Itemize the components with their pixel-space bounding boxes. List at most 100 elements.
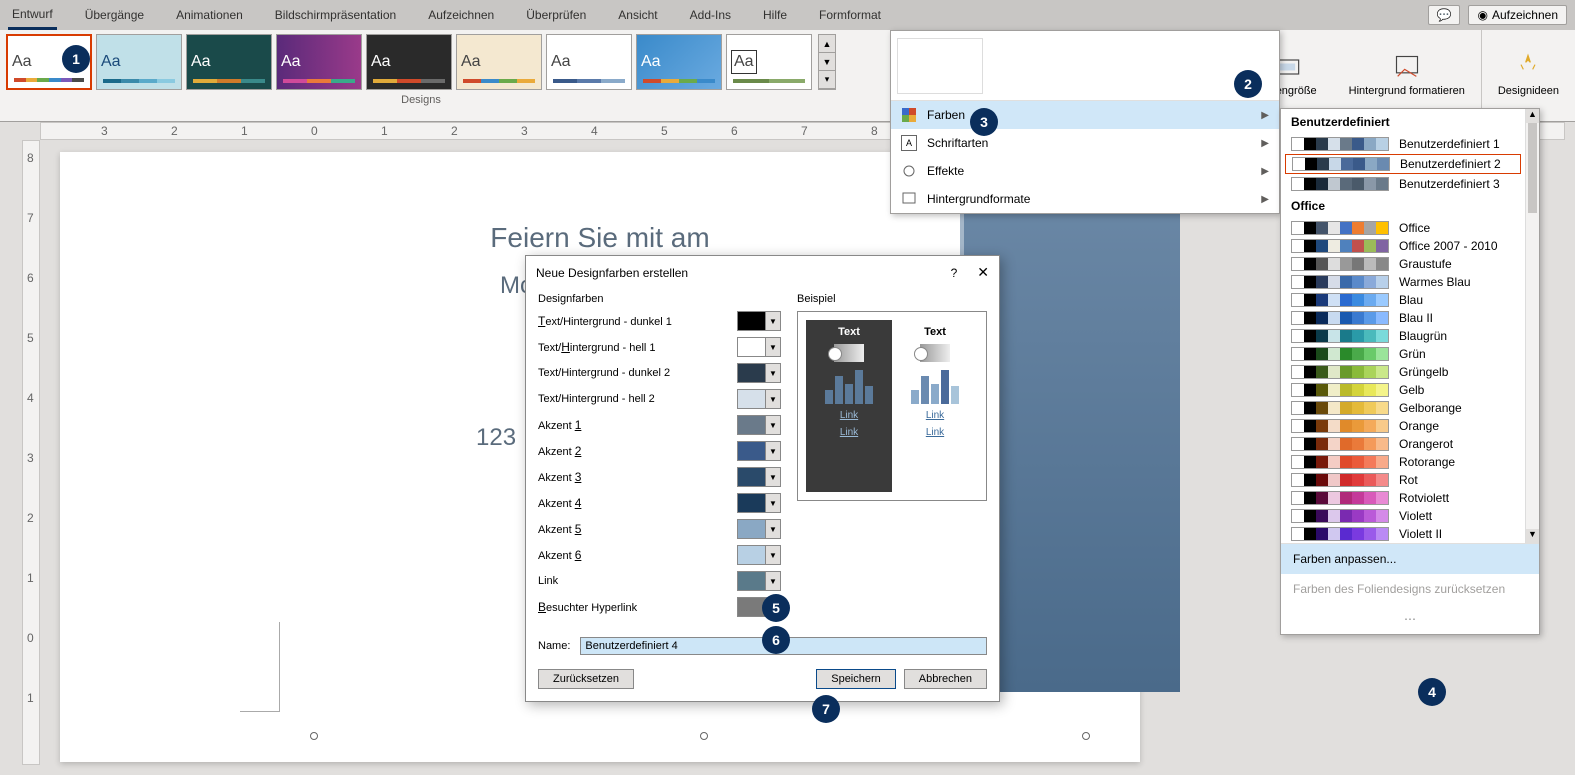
color-scheme-label: Blaugrün [1399,329,1447,343]
effects-icon [901,163,917,179]
color-scheme-item[interactable]: Rotviolett [1281,489,1525,507]
color-scheme-item[interactable]: Violett [1281,507,1525,525]
color-scheme-item[interactable]: Office [1281,219,1525,237]
flyout-more[interactable]: ⋯ [1281,604,1539,634]
color-scheme-item[interactable]: Blau II [1281,309,1525,327]
comments-button[interactable]: 💬 [1428,5,1461,25]
tab-formformat[interactable]: Formformat [815,2,885,28]
design-thumb-9[interactable]: Aa [726,34,812,90]
designs-scroll[interactable]: ▲▼▾ [818,34,836,90]
color-scheme-item[interactable]: Blaugrün [1281,327,1525,345]
variant-thumb[interactable] [897,38,983,94]
variants-bg-label: Hintergrundformate [927,192,1030,206]
color-scheme-item[interactable]: Benutzerdefiniert 3 [1281,175,1525,193]
color-row: Akzent 1▼ [538,415,781,435]
color-dropdown[interactable]: ▼ [737,415,781,435]
tab-entwurf[interactable]: Entwurf [8,1,57,30]
step-badge-7: 7 [812,695,840,723]
vertical-ruler: 8765432101 [22,140,40,765]
color-scheme-label: Warmes Blau [1399,275,1471,289]
color-row-label: Text/Hintergrund - dunkel 2 [538,367,731,379]
color-dropdown[interactable]: ▼ [737,311,781,331]
color-scheme-item[interactable]: Grüngelb [1281,363,1525,381]
preview-link-1: Link [840,410,858,421]
color-dropdown[interactable]: ▼ [737,337,781,357]
color-row-label: Akzent 2 [538,444,731,458]
dialog-help-button[interactable]: ? [951,266,958,280]
color-scheme-item[interactable]: Benutzerdefiniert 1 [1281,135,1525,153]
preview-bars-icon [825,368,873,404]
tab-addins[interactable]: Add-Ins [686,2,735,28]
step-badge-4: 4 [1418,678,1446,706]
cancel-button[interactable]: Abbrechen [904,669,987,689]
color-dropdown[interactable]: ▼ [737,519,781,539]
color-row-label: Text/Hintergrund - dunkel 1 [538,314,731,328]
color-scheme-item[interactable]: Gelborange [1281,399,1525,417]
color-scheme-label: Gelborange [1399,401,1462,415]
preview-light: Text Link Link [892,320,978,492]
design-ideas-icon [1514,53,1542,81]
color-scheme-item[interactable]: Gelb [1281,381,1525,399]
save-button[interactable]: Speichern [816,669,896,689]
color-dropdown[interactable]: ▼ [737,545,781,565]
tab-uebergaenge[interactable]: Übergänge [81,2,148,28]
variants-colors-item[interactable]: Farben ▶ [891,101,1279,129]
variants-bg-item[interactable]: Hintergrundformate ▶ [891,185,1279,213]
color-row-label: Akzent 5 [538,522,731,536]
color-scheme-item[interactable]: Warmes Blau [1281,273,1525,291]
color-scheme-label: Gelb [1399,383,1424,397]
dialog-preview-column: Beispiel Text Link Link Text Link Link [797,293,987,623]
tab-ansicht[interactable]: Ansicht [614,2,661,28]
designs-gallery: Aa Aa Aa Aa Aa Aa Aa Aa Aa ▲▼▾ Designs [0,30,842,121]
slide-placeholder[interactable] [240,622,280,712]
dialog-close-button[interactable]: ✕ [977,264,989,281]
variants-effects-item[interactable]: Effekte ▶ [891,157,1279,185]
design-thumb-6[interactable]: Aa [456,34,542,90]
design-thumb-8[interactable]: Aa [636,34,722,90]
color-dropdown[interactable]: ▼ [737,571,781,591]
colors-scrollbar[interactable]: ▲▼ [1525,109,1539,543]
color-scheme-item[interactable]: Grün [1281,345,1525,363]
record-button[interactable]: ◉Aufzeichnen [1468,5,1567,25]
color-row: Akzent 3▼ [538,467,781,487]
color-scheme-item[interactable]: Blau [1281,291,1525,309]
design-thumb-5[interactable]: Aa [366,34,452,90]
tab-ueberpruefen[interactable]: Überprüfen [522,2,590,28]
color-row: Text/Hintergrund - hell 1▼ [538,337,781,357]
reset-colors-button[interactable]: Farben des Foliendesigns zurücksetzen [1281,574,1539,604]
color-scheme-item[interactable]: Office 2007 - 2010 [1281,237,1525,255]
color-scheme-item[interactable]: Orangerot [1281,435,1525,453]
tab-aufzeichnen[interactable]: Aufzeichnen [424,2,498,28]
office-header: Office [1281,193,1525,219]
tab-hilfe[interactable]: Hilfe [759,2,791,28]
color-scheme-item[interactable]: Violett II [1281,525,1525,543]
color-scheme-item[interactable]: Orange [1281,417,1525,435]
selection-handles[interactable] [310,732,1090,740]
color-dropdown[interactable]: ▼ [737,441,781,461]
step-badge-6: 6 [762,626,790,654]
color-scheme-item[interactable]: Graustufe [1281,255,1525,273]
fonts-icon: A [901,135,917,151]
variants-preview [891,31,1279,101]
design-thumb-4[interactable]: Aa [276,34,362,90]
color-scheme-item[interactable]: Benutzerdefiniert 2 [1285,154,1521,174]
tab-animationen[interactable]: Animationen [172,2,247,28]
step-badge-3: 3 [970,108,998,136]
design-thumb-3[interactable]: Aa [186,34,272,90]
color-scheme-item[interactable]: Rot [1281,471,1525,489]
color-dropdown[interactable]: ▼ [737,467,781,487]
color-dropdown[interactable]: ▼ [737,389,781,409]
dialog-title-text: Neue Designfarben erstellen [536,266,688,280]
color-scheme-item[interactable]: Rotorange [1281,453,1525,471]
customize-colors-button[interactable]: Farben anpassen... [1281,544,1539,574]
color-dropdown[interactable]: ▼ [737,493,781,513]
tab-bildschirm[interactable]: Bildschirmpräsentation [271,2,400,28]
color-row-label: Text/Hintergrund - hell 2 [538,393,731,405]
variants-fonts-item[interactable]: A Schriftarten ▶ [891,129,1279,157]
design-thumb-2[interactable]: Aa [96,34,182,90]
chevron-right-icon: ▶ [1261,138,1269,149]
color-dropdown[interactable]: ▼ [737,363,781,383]
reset-button[interactable]: Zurücksetzen [538,669,634,689]
variants-dropdown: Farben ▶ A Schriftarten ▶ Effekte ▶ Hint… [890,30,1280,214]
design-thumb-7[interactable]: Aa [546,34,632,90]
